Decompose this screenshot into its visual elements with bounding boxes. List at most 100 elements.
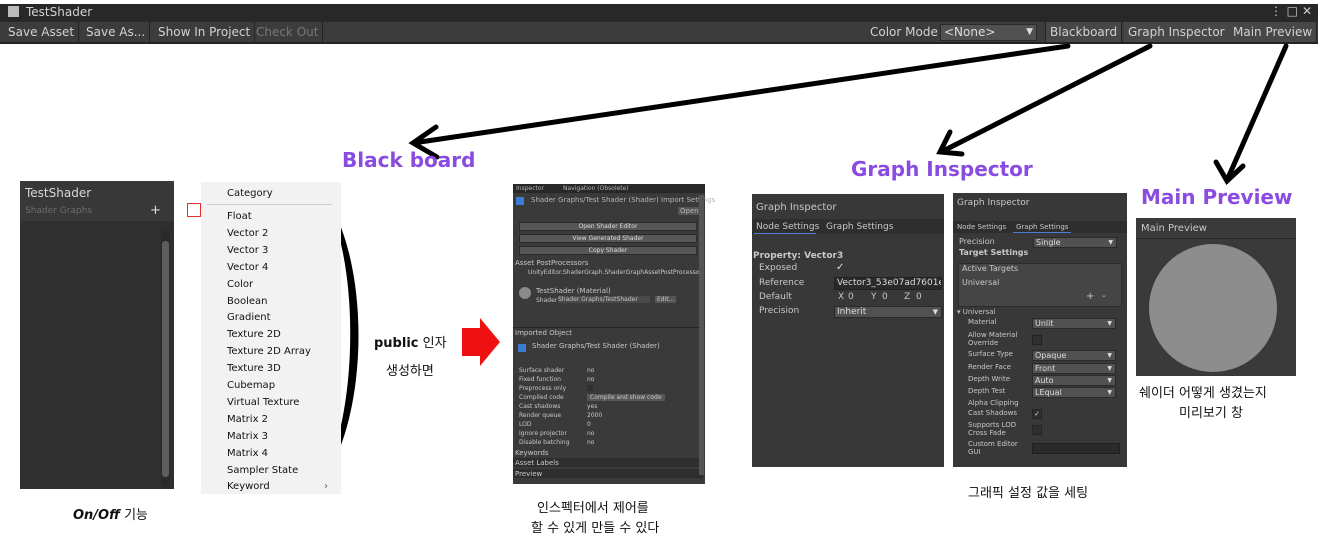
inspector-prop-key: Ignore projector bbox=[519, 430, 567, 437]
menu-separator bbox=[207, 204, 332, 205]
preview-caption-line2: 미리보기 창 bbox=[1179, 406, 1243, 421]
menu-item[interactable]: Matrix 3 bbox=[227, 431, 268, 442]
heading-graph-inspector: Graph Inspector bbox=[851, 157, 1033, 181]
universal-setting-checkbox[interactable] bbox=[1032, 335, 1042, 345]
open-button[interactable]: Open bbox=[678, 207, 701, 215]
gi1-exposed-label: Exposed bbox=[759, 263, 798, 273]
exposed-checkbox[interactable]: ✓ bbox=[836, 262, 844, 273]
imported-shader-icon bbox=[518, 344, 526, 352]
gi2-precision-value: Single bbox=[1036, 238, 1061, 247]
menu-item[interactable]: Virtual Texture bbox=[227, 397, 299, 408]
menu-item[interactable]: Vector 4 bbox=[227, 262, 268, 273]
universal-setting-select[interactable]: Opaque ▼ bbox=[1032, 350, 1116, 361]
menu-item[interactable]: Matrix 4 bbox=[227, 448, 268, 459]
menu-item[interactable]: Sampler State bbox=[227, 465, 298, 476]
inspector-tab[interactable]: Inspector bbox=[516, 185, 544, 192]
menu-marker bbox=[187, 203, 201, 217]
dropdown-arrow-icon: ▼ bbox=[1107, 389, 1112, 396]
copy-shader-button[interactable]: Copy Shader bbox=[519, 246, 697, 255]
universal-setting-select[interactable]: Auto ▼ bbox=[1032, 375, 1116, 386]
universal-setting-select[interactable]: Unlit ▼ bbox=[1032, 318, 1116, 329]
menu-item[interactable]: Vector 3 bbox=[227, 245, 268, 256]
inspector-prop-value: 2000 bbox=[587, 412, 603, 419]
menu-item[interactable]: Texture 2D Array bbox=[227, 346, 311, 357]
menu-item[interactable]: Matrix 2 bbox=[227, 414, 268, 425]
blackboard-title: TestShader bbox=[25, 186, 92, 200]
x-label: X bbox=[838, 292, 845, 302]
gi2-precision-label: Precision bbox=[959, 237, 995, 246]
x-input[interactable]: 0 bbox=[848, 292, 854, 302]
remove-target-button[interactable]: - bbox=[1102, 291, 1106, 302]
gi1-node-settings-tab[interactable]: Node Settings bbox=[756, 222, 819, 232]
universal-setting-label: Alpha Clipping bbox=[968, 399, 1019, 407]
gi2-node-settings-tab[interactable]: Node Settings bbox=[957, 223, 1006, 231]
inspector-prop-key: Compiled code bbox=[519, 394, 564, 401]
navigation-tab[interactable]: Navigation (Obsolete) bbox=[563, 185, 629, 192]
menu-item[interactable]: Texture 3D bbox=[227, 363, 281, 374]
universal-setting-value: Unlit bbox=[1035, 319, 1054, 328]
universal-setting-select[interactable]: Front ▼ bbox=[1032, 363, 1116, 374]
preview-divider bbox=[1136, 238, 1296, 239]
universal-setting-label: Surface Type bbox=[968, 350, 1013, 358]
asset-postprocessors-label: Asset PostProcessors bbox=[515, 259, 589, 267]
gi2-precision-select[interactable]: Single ▼ bbox=[1033, 237, 1117, 248]
inspector-prop-value[interactable] bbox=[587, 385, 593, 391]
z-label: Z bbox=[904, 292, 911, 302]
preview-sphere[interactable] bbox=[1149, 244, 1277, 372]
menu-item[interactable]: Gradient bbox=[227, 312, 271, 323]
gi1-property-title: Property: Vector3 bbox=[753, 251, 844, 261]
inspector-prop-key: Disable batching bbox=[519, 439, 570, 446]
menu-item[interactable]: Boolean bbox=[227, 296, 268, 307]
material-name: TestShader (Material) bbox=[536, 287, 611, 295]
public-bold: public bbox=[374, 336, 419, 351]
menu-item[interactable]: Keyword bbox=[227, 481, 270, 492]
universal-setting-label: Custom Editor GUI bbox=[968, 440, 1018, 456]
gi1-precision-value: Inherit bbox=[837, 307, 867, 317]
open-shader-editor-button[interactable]: Open Shader Editor bbox=[519, 222, 697, 231]
y-input[interactable]: 0 bbox=[882, 292, 888, 302]
edit-button[interactable]: Edit... bbox=[655, 296, 677, 303]
gi1-precision-select[interactable]: Inherit ▼ bbox=[834, 306, 942, 318]
gi2-title: Graph Inspector bbox=[957, 198, 1030, 208]
gi2-graph-settings-tab[interactable]: Graph Settings bbox=[1016, 223, 1068, 231]
view-generated-shader-button[interactable]: View Generated Shader bbox=[519, 234, 697, 243]
universal-setting-checkbox[interactable] bbox=[1032, 425, 1042, 435]
universal-section-label: ▾ Universal bbox=[957, 308, 996, 316]
heading-blackboard: Black board bbox=[342, 148, 476, 172]
inspector-prop-value: no bbox=[587, 367, 595, 374]
menu-item[interactable]: Cubemap bbox=[227, 380, 275, 391]
scrollbar-thumb[interactable] bbox=[162, 241, 169, 477]
inspector-scrollbar[interactable] bbox=[699, 195, 704, 475]
inspector-prop-value[interactable]: Compile and show code bbox=[587, 394, 665, 401]
gi1-graph-settings-tab[interactable]: Graph Settings bbox=[826, 222, 893, 232]
menu-item[interactable]: Vector 2 bbox=[227, 228, 268, 239]
add-property-button[interactable]: + bbox=[150, 203, 161, 218]
custom-editor-gui-input[interactable] bbox=[1032, 443, 1120, 454]
inspector-header: Shader Graphs/Test Shader (Shader) Impor… bbox=[531, 196, 716, 204]
scrollbar-track[interactable] bbox=[161, 231, 170, 487]
add-target-button[interactable]: + bbox=[1086, 291, 1094, 302]
universal-setting-label: Depth Test bbox=[968, 387, 1006, 395]
menu-item[interactable]: Float bbox=[227, 211, 252, 222]
menu-header-category: Category bbox=[227, 188, 273, 199]
asset-labels-label: Asset Labels bbox=[515, 459, 559, 467]
menu-item[interactable]: Color bbox=[227, 279, 253, 290]
reference-input[interactable]: Vector3_53e07ad7601e4 bbox=[834, 277, 942, 290]
graph-caption: 그래픽 설정 값을 세팅 bbox=[968, 486, 1089, 501]
dropdown-arrow-icon: ▼ bbox=[1107, 377, 1112, 384]
dropdown-arrow-icon: ▼ bbox=[932, 308, 938, 316]
shader-select[interactable]: Shader Graphs/TestShader bbox=[558, 296, 650, 303]
red-arrow bbox=[462, 318, 500, 366]
universal-section-text: Universal bbox=[962, 308, 996, 316]
gi1-precision-label: Precision bbox=[759, 306, 800, 316]
menu-item[interactable]: Texture 2D bbox=[227, 329, 281, 340]
divider bbox=[513, 327, 705, 328]
universal-setting-select[interactable]: LEqual ▼ bbox=[1032, 387, 1116, 398]
universal-setting-checkbox[interactable]: ✓ bbox=[1032, 409, 1042, 419]
z-input[interactable]: 0 bbox=[916, 292, 922, 302]
universal-setting-value: Opaque bbox=[1035, 351, 1067, 360]
onoff-caption: On/Off 기능 bbox=[73, 504, 148, 523]
active-target-universal[interactable]: Universal bbox=[962, 278, 999, 287]
arrow-blackboard bbox=[417, 43, 1071, 145]
main-preview-panel: Main Preview bbox=[1136, 218, 1296, 376]
